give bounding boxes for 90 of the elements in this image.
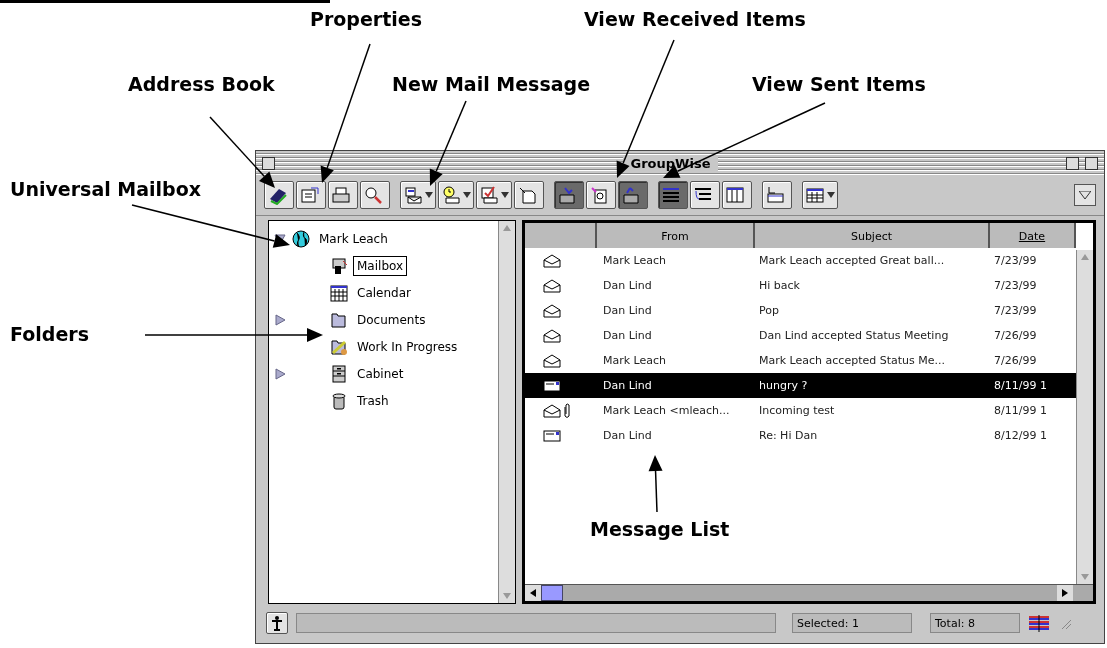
- close-box[interactable]: [262, 156, 275, 170]
- collapse-box[interactable]: [1085, 156, 1098, 170]
- note-icon: [517, 185, 537, 205]
- toolbar-button[interactable]: [264, 181, 294, 209]
- caret-icon: [503, 593, 511, 599]
- table-cell: 8/11/99 1: [990, 373, 1076, 398]
- documents-icon: [589, 185, 609, 205]
- folder-item[interactable]: Work In Progress: [353, 336, 462, 357]
- open-envelope-icon: [543, 353, 561, 368]
- toolbar-dropdown-button[interactable]: [476, 181, 512, 209]
- folder-item[interactable]: Documents: [353, 309, 430, 330]
- folder-item[interactable]: Mailbox: [353, 255, 408, 276]
- toolbar-dropdown-button[interactable]: [438, 181, 474, 209]
- list-icon: [661, 185, 681, 205]
- mailbox-icon: [329, 255, 349, 276]
- caret-icon: [1081, 574, 1089, 580]
- clock-icon: [441, 185, 461, 205]
- table-cell: Dan Lind: [597, 373, 755, 398]
- toolbar-button[interactable]: [690, 181, 720, 209]
- folder-item[interactable]: Trash: [353, 390, 393, 411]
- callout-arrow: [209, 116, 275, 188]
- caret-icon: [1079, 191, 1091, 199]
- column-header[interactable]: [525, 223, 597, 250]
- callout-label: New Mail Message: [392, 73, 591, 95]
- callout-label: View Sent Items: [752, 73, 926, 95]
- right-arrow-icon: [1062, 589, 1068, 597]
- callout-label: Address Book: [128, 73, 275, 95]
- callout-label: Message List: [590, 518, 730, 540]
- toolbar-button[interactable]: [514, 181, 544, 209]
- status-text: Selected: 1: [792, 613, 912, 633]
- left-arrow-icon: [530, 589, 536, 597]
- scrollbar[interactable]: [1076, 250, 1093, 584]
- open-envelope-icon: [543, 278, 561, 293]
- open-envelope-icon: [543, 328, 561, 343]
- caret-icon: [827, 192, 835, 198]
- open-envelope-icon: [543, 253, 561, 268]
- person-icon: [269, 615, 285, 631]
- caret-icon: [501, 192, 509, 198]
- calendar-icon: [329, 282, 349, 303]
- open-envelope-icon: [543, 303, 561, 318]
- column-header[interactable]: Date: [990, 223, 1076, 250]
- globe-icon: [291, 228, 311, 249]
- print-icon: [331, 185, 351, 205]
- menu-button[interactable]: [1074, 184, 1096, 206]
- toolbar-button[interactable]: [296, 181, 326, 209]
- checklist-icon: [479, 185, 499, 205]
- toolbar-dropdown-button[interactable]: [802, 181, 838, 209]
- callout-label: View Received Items: [584, 8, 806, 30]
- person-button[interactable]: [266, 612, 288, 634]
- preview-icon: [765, 185, 785, 205]
- envelope-icon: [543, 379, 561, 392]
- column-header[interactable]: Subject: [755, 223, 990, 250]
- envelope-icon: [543, 429, 561, 442]
- toolbar-dropdown-button[interactable]: [400, 181, 436, 209]
- toolbar-button[interactable]: [328, 181, 358, 209]
- folder-item[interactable]: Calendar: [353, 282, 415, 303]
- scrollbar[interactable]: [498, 221, 515, 603]
- table-cell: hungry ?: [755, 373, 990, 398]
- column-header[interactable]: From: [597, 223, 755, 250]
- callout-arrow: [648, 455, 663, 513]
- toolbar-button[interactable]: [762, 181, 792, 209]
- toolbar-button[interactable]: [360, 181, 390, 209]
- envelope-icon: [403, 185, 423, 205]
- caret-icon: [425, 192, 433, 198]
- paperclip-icon: [563, 402, 571, 419]
- form-icon: [299, 185, 319, 205]
- outbox-icon: [621, 185, 641, 205]
- scrollbar[interactable]: [525, 584, 1093, 601]
- toolbar-button[interactable]: [722, 181, 752, 209]
- collapsed-triangle-icon: [274, 367, 286, 380]
- folder-item[interactable]: Cabinet: [353, 363, 408, 384]
- caret-icon: [463, 192, 471, 198]
- toolbar-button[interactable]: [586, 181, 616, 209]
- callout-label: Universal Mailbox: [10, 178, 202, 200]
- open-envelope-icon: [543, 403, 561, 418]
- search-icon: [363, 185, 383, 205]
- folder-item[interactable]: Mark Leach: [315, 228, 392, 249]
- caret-icon: [503, 225, 511, 231]
- columns-icon: [725, 185, 745, 205]
- cabinet-icon: [329, 363, 349, 384]
- callout-label: Properties: [310, 8, 422, 30]
- collapsed-triangle-icon: [274, 313, 286, 326]
- scroll-thumb[interactable]: [541, 585, 563, 601]
- status-text: Total: 8: [930, 613, 1020, 633]
- caret-icon: [1081, 254, 1089, 260]
- inbox-icon: [557, 185, 577, 205]
- callout-label: Folders: [10, 323, 89, 345]
- zoom-box[interactable]: [1066, 156, 1079, 170]
- bars-icon: [1028, 614, 1050, 632]
- grid-icon: [805, 185, 825, 205]
